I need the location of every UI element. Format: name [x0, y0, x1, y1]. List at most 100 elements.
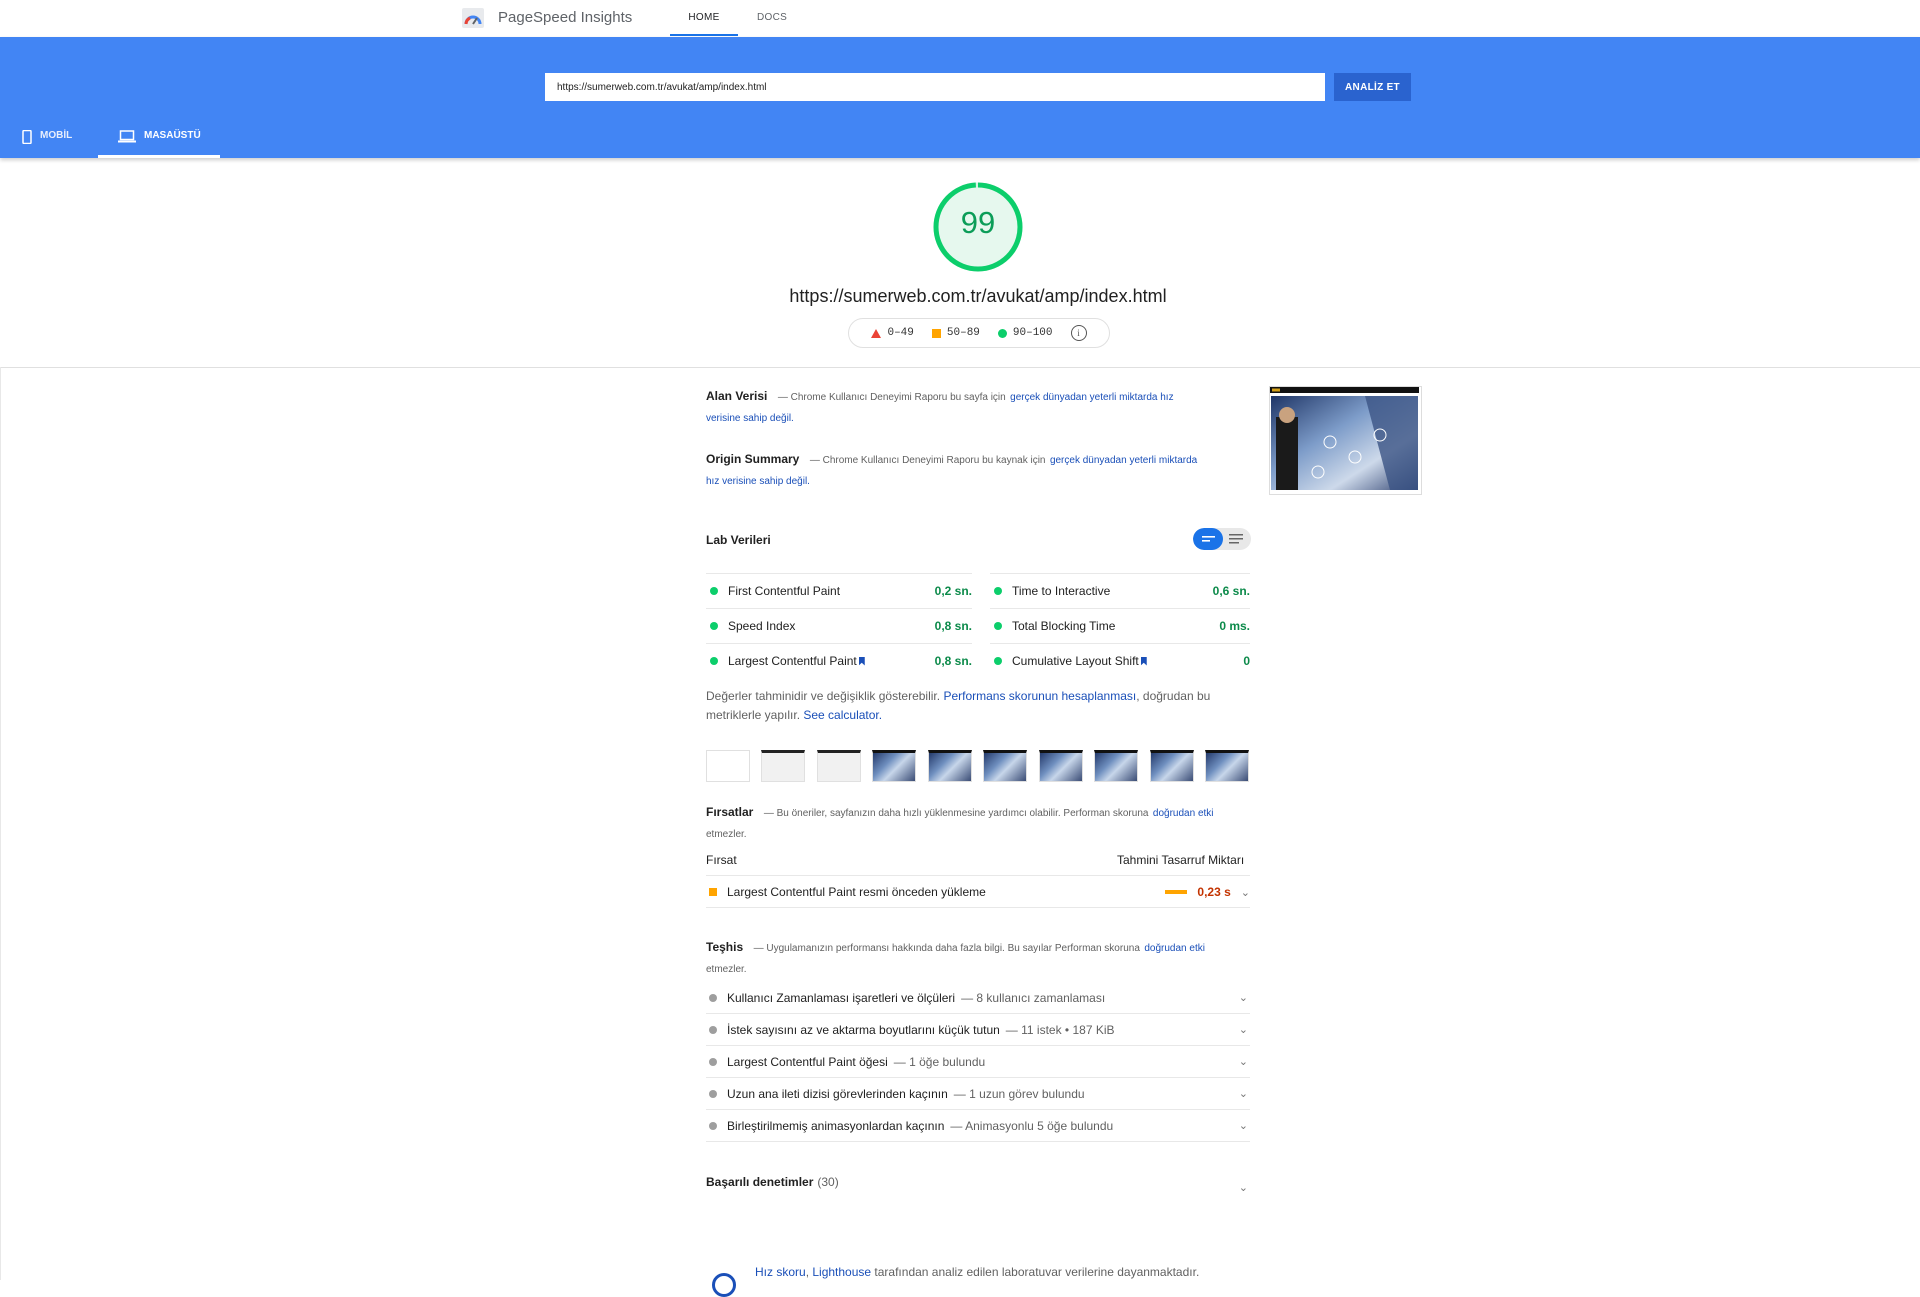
legend-pass-label: 90–100	[1012, 327, 1053, 339]
estimate-text: Değerler tahminidir ve değişiklik göster…	[706, 689, 941, 703]
diagnostics-text: — Uygulamanızın performansı hakkında dah…	[753, 943, 1140, 954]
opportunities-link[interactable]: doğrudan etki	[1153, 808, 1214, 819]
info-dot-icon	[709, 1057, 717, 1066]
diagnostic-row[interactable]: Birleştirilmemiş animasyonlardan kaçının…	[706, 1110, 1250, 1142]
savings-value: 0,23 s	[1197, 885, 1231, 899]
legend-fail-label: 0–49	[887, 327, 914, 339]
chevron-down-icon[interactable]: ⌄	[1241, 886, 1250, 899]
tab-desktop-label: MASAÜSTÜ	[144, 130, 201, 141]
tab-docs[interactable]: DOCS	[757, 12, 787, 23]
brand-name: PageSpeed Insights	[498, 9, 633, 26]
diagnostic-row[interactable]: Kullanıcı Zamanlaması işaretleri ve ölçü…	[706, 982, 1250, 1014]
metrics-view-toggle[interactable]	[1193, 528, 1251, 550]
screenshot-image	[1270, 387, 1419, 490]
filmstrip-frame	[928, 750, 972, 782]
metric-value: 0,8 sn.	[934, 654, 972, 668]
metric-total-blocking-time: Total Blocking Time 0 ms.	[990, 608, 1250, 643]
bookmark-icon	[1140, 656, 1147, 666]
diagnostic-label: Birleştirilmemiş animasyonlardan kaçının	[727, 1118, 945, 1133]
pagespeed-logo-icon	[462, 8, 484, 28]
tab-home[interactable]: HOME	[670, 12, 738, 23]
tab-desktop-indicator	[98, 155, 220, 158]
footer-text: tarafından analiz edilen laboratuvar ver…	[874, 1265, 1200, 1279]
diagnostic-label: Largest Contentful Paint öğesi	[727, 1054, 888, 1069]
metric-speed-index: Speed Index 0,8 sn.	[706, 608, 972, 643]
bookmark-icon	[858, 656, 865, 666]
legend-average-label: 50–89	[946, 327, 980, 339]
metric-label: First Contentful Paint	[728, 584, 841, 598]
pass-dot-icon	[994, 622, 1002, 630]
diagnostic-row[interactable]: Uzun ana ileti dizisi görevlerinden kaçı…	[706, 1078, 1250, 1110]
diagnostic-row[interactable]: Largest Contentful Paint öğesi — 1 öğe b…	[706, 1046, 1250, 1078]
metric-label: Speed Index	[728, 619, 796, 633]
row-divider	[706, 907, 1250, 908]
score-calculation-link[interactable]: Performans skorunun hesaplanması	[943, 689, 1136, 703]
info-dot-icon	[709, 1089, 717, 1098]
pass-dot-icon	[710, 587, 718, 595]
analyze-button[interactable]: ANALİZ ET	[1334, 73, 1411, 101]
top-nav: PageSpeed Insights HOME DOCS	[0, 0, 1920, 38]
opportunity-row[interactable]: Largest Contentful Paint resmi önceden y…	[706, 875, 1250, 908]
legend-fail: 0–49	[871, 327, 914, 339]
savings-bar	[1165, 890, 1188, 894]
chevron-down-icon[interactable]: ⌄	[1239, 1181, 1248, 1194]
origin-summary-text: — Chrome Kullanıcı Deneyimi Raporu bu ka…	[809, 455, 1046, 466]
left-border	[0, 367, 1, 1280]
lighthouse-link[interactable]: Lighthouse	[812, 1265, 871, 1279]
diagnostics-title: Teşhis	[706, 940, 744, 954]
opportunities-title: Fırsatlar	[706, 805, 754, 819]
estimate-note: Değerler tahminidir ve değişiklik göster…	[706, 687, 1250, 725]
metric-label: Cumulative Layout Shift	[1012, 654, 1139, 668]
field-data-text: — Chrome Kullanıcı Deneyimi Raporu bu sa…	[777, 392, 1006, 403]
chevron-down-icon[interactable]: ⌄	[1239, 1023, 1248, 1036]
diagnostic-label: Kullanıcı Zamanlaması işaretleri ve ölçü…	[727, 990, 956, 1005]
origin-summary-title: Origin Summary	[706, 452, 800, 466]
section-divider	[0, 367, 1920, 368]
url-input[interactable]	[545, 73, 1325, 101]
metric-value: 0,8 sn.	[934, 619, 972, 633]
filmstrip-frame	[872, 750, 916, 782]
passed-audits-count: (30)	[817, 1175, 839, 1189]
filmstrip-frame	[1039, 750, 1083, 782]
triangle-icon	[871, 328, 882, 338]
metric-value: 0,2 sn.	[934, 584, 972, 598]
score-legend: 0–49 50–89 90–100 i	[848, 318, 1110, 348]
chevron-down-icon[interactable]: ⌄	[1239, 1055, 1248, 1068]
speed-score-link[interactable]: Hız skoru	[755, 1265, 806, 1279]
savings-column-header: Tahmini Tasarruf Miktarı	[1117, 853, 1245, 867]
metric-label: Largest Contentful Paint	[728, 654, 857, 668]
see-calculator-link[interactable]: See calculator.	[803, 708, 882, 722]
chevron-down-icon[interactable]: ⌄	[1239, 1087, 1248, 1100]
search-band: ANALİZ ET MOBİL MASAÜSTÜ	[0, 37, 1920, 158]
expanded-view-icon	[1229, 534, 1243, 544]
opportunities-text-2: etmezler.	[706, 829, 747, 840]
metric-label: Total Blocking Time	[1012, 619, 1116, 633]
tab-mobile[interactable]: MOBİL	[22, 130, 72, 158]
legend-pass: 90–100	[997, 327, 1053, 339]
laptop-icon	[118, 130, 136, 143]
circle-icon	[997, 328, 1007, 338]
chevron-down-icon[interactable]: ⌄	[1239, 991, 1248, 1004]
tab-desktop[interactable]: MASAÜSTÜ	[118, 130, 201, 158]
square-icon	[931, 328, 941, 338]
field-data-section: Alan Verisi — Chrome Kullanıcı Deneyimi …	[706, 386, 1206, 428]
diagnostic-detail: — Animasyonlu 5 öğe bulundu	[950, 1118, 1114, 1133]
opportunity-column-header: Fırsat	[706, 853, 737, 867]
diagnostics-link[interactable]: doğrudan etki	[1144, 943, 1205, 954]
info-dot-icon	[709, 993, 717, 1002]
chevron-down-icon[interactable]: ⌄	[1239, 1119, 1248, 1132]
pass-dot-icon	[710, 622, 718, 630]
metric-cumulative-layout-shift: Cumulative Layout Shift 0	[990, 643, 1250, 678]
phone-icon	[22, 130, 32, 144]
filmstrip-frame	[983, 750, 1027, 782]
opportunities-text: — Bu öneriler, sayfanızın daha hızlı yük…	[763, 808, 1149, 819]
compact-view-icon	[1202, 536, 1215, 542]
field-data-title: Alan Verisi	[706, 389, 768, 403]
metric-value: 0,6 sn.	[1212, 584, 1250, 598]
passed-audits-row[interactable]: Başarılı denetimler (30) ⌄	[706, 1175, 1250, 1194]
diagnostic-row[interactable]: İstek sayısını az ve aktarma boyutlarını…	[706, 1014, 1250, 1046]
average-square-icon	[709, 888, 717, 896]
info-icon[interactable]: i	[1070, 325, 1087, 341]
filmstrip-frame	[706, 750, 750, 782]
performance-score: 99	[960, 205, 996, 240]
